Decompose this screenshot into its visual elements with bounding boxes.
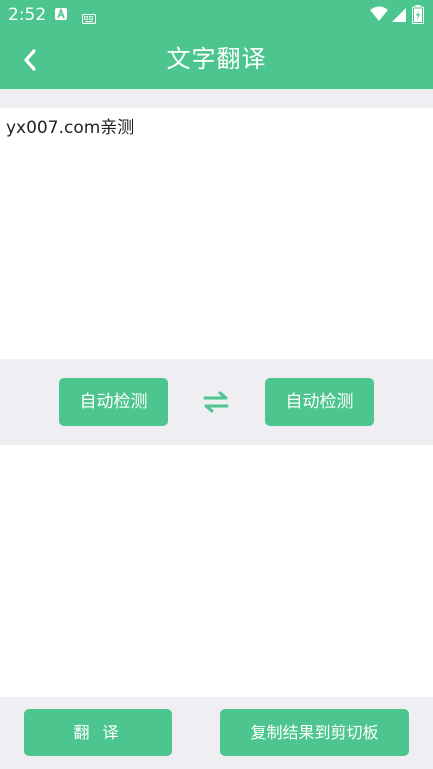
signal-icon bbox=[392, 7, 406, 22]
translate-button[interactable]: 翻 译 bbox=[24, 709, 172, 756]
battery-icon bbox=[412, 5, 424, 24]
output-area bbox=[0, 445, 433, 697]
target-language-button[interactable]: 自动检测 bbox=[265, 378, 374, 426]
a-notification-icon bbox=[55, 8, 67, 20]
bottom-action-bar: 翻 译 复制结果到剪切板 bbox=[0, 697, 433, 769]
source-language-button[interactable]: 自动检测 bbox=[59, 378, 168, 426]
app-bar: 文字翻译 bbox=[0, 30, 433, 89]
input-area: yx007.com亲测 bbox=[0, 108, 433, 359]
swap-arrows-icon[interactable] bbox=[200, 389, 232, 415]
status-bar: 2:52 bbox=[0, 0, 433, 30]
copy-result-button[interactable]: 复制结果到剪切板 bbox=[220, 709, 409, 756]
chevron-left-icon bbox=[24, 49, 36, 71]
translate-screen: 2:52 文字翻译 yx007.com亲测 自动检测 自动检测 翻 译 复制结果… bbox=[0, 0, 433, 769]
language-bar: 自动检测 自动检测 bbox=[0, 359, 433, 445]
source-text-input[interactable]: yx007.com亲测 bbox=[6, 116, 426, 351]
divider-top bbox=[0, 89, 433, 108]
keyboard-icon bbox=[82, 9, 96, 24]
status-time: 2:52 bbox=[8, 5, 47, 25]
header: 2:52 文字翻译 bbox=[0, 0, 433, 89]
back-button[interactable] bbox=[10, 40, 50, 80]
page-title: 文字翻译 bbox=[166, 45, 267, 73]
wifi-icon bbox=[370, 6, 388, 22]
